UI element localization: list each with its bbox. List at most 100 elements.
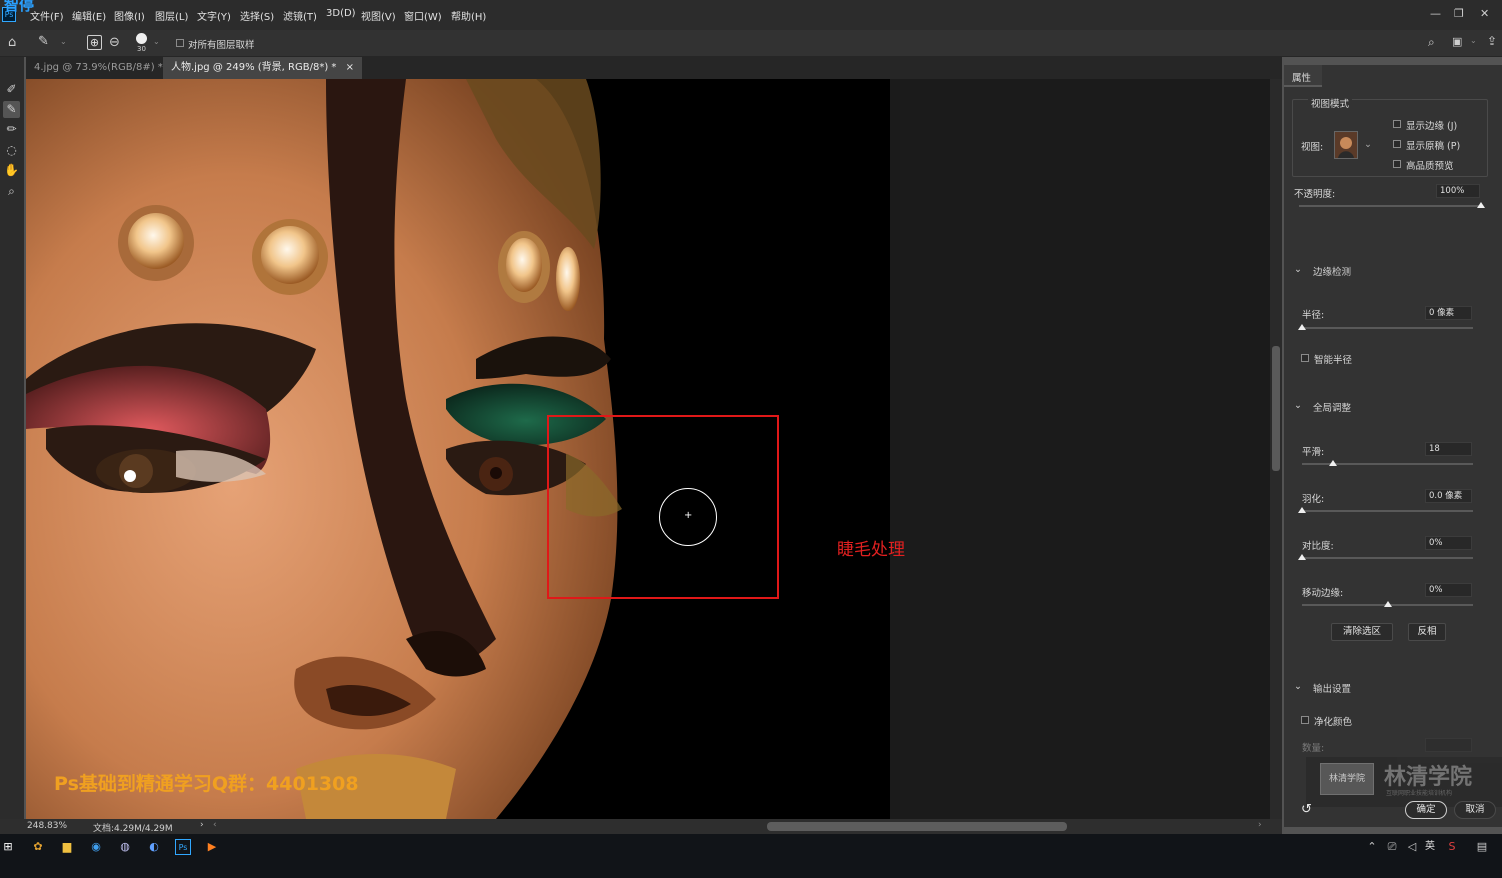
windows-start-icon[interactable]: ⊞	[0, 839, 16, 855]
radius-label: 半径:	[1302, 310, 1325, 321]
menu-edit[interactable]: 编辑(E)	[72, 8, 106, 23]
show-edge-checkbox[interactable]	[1393, 120, 1401, 128]
radius-input[interactable]: 0 像素	[1425, 306, 1472, 320]
tab-properties[interactable]: 属性	[1284, 65, 1322, 87]
close-icon[interactable]: ×	[346, 62, 354, 73]
menu-select[interactable]: 选择(S)	[240, 8, 274, 23]
workspace-icon[interactable]: ▣	[1452, 35, 1462, 48]
opacity-input[interactable]: 100%	[1436, 184, 1480, 198]
close-icon[interactable]: ✕	[1480, 7, 1489, 20]
sample-all-layers-label: 对所有图层取样	[188, 40, 255, 51]
home-icon[interactable]: ⌂	[8, 35, 16, 50]
opacity-slider-track[interactable]	[1299, 205, 1481, 207]
tab-document-2[interactable]: 人物.jpg @ 249% (背景, RGB/8*) * ×	[163, 57, 362, 79]
language-indicator[interactable]: 英	[1422, 839, 1438, 855]
radius-slider-track[interactable]	[1302, 327, 1473, 329]
show-original-checkbox[interactable]	[1393, 140, 1401, 148]
contrast-label: 对比度:	[1302, 541, 1334, 552]
quick-selection-icon[interactable]: ✐	[3, 81, 20, 98]
hand-icon[interactable]: ✋	[3, 162, 20, 179]
chevron-down-icon[interactable]: ⌄	[1364, 139, 1372, 150]
menu-view[interactable]: 视图(V)	[361, 8, 396, 23]
subtract-from-selection-icon[interactable]: ⊖	[109, 35, 120, 50]
chevron-up-icon[interactable]: ⌃	[1364, 839, 1380, 855]
file-explorer-icon[interactable]: ▆	[59, 839, 75, 855]
browser-icon[interactable]: ◉	[88, 839, 104, 855]
view-thumbnail[interactable]	[1334, 131, 1358, 159]
radius-slider-handle[interactable]	[1298, 324, 1306, 330]
shift-edge-input[interactable]: 0%	[1425, 583, 1472, 597]
contrast-input[interactable]: 0%	[1425, 536, 1472, 550]
contrast-slider-track[interactable]	[1302, 557, 1473, 559]
chevron-down-icon[interactable]: ⌄	[153, 37, 160, 46]
opacity-slider-handle[interactable]	[1477, 202, 1485, 208]
reset-icon[interactable]: ↺	[1301, 802, 1312, 817]
decontaminate-label: 净化颜色	[1314, 717, 1353, 728]
chevron-down-icon[interactable]: ⌄	[60, 37, 67, 46]
contrast-slider-handle[interactable]	[1298, 554, 1306, 560]
lasso-icon[interactable]: ◌	[3, 142, 20, 159]
smooth-input[interactable]: 18	[1425, 442, 1472, 456]
chevron-down-icon[interactable]: ⌄	[1294, 264, 1302, 275]
chevron-down-icon[interactable]: ⌄	[1294, 681, 1302, 692]
hq-preview-label: 高品质预览	[1406, 161, 1454, 172]
clear-selection-button[interactable]: 清除选区	[1331, 623, 1393, 641]
hq-preview-checkbox[interactable]	[1393, 160, 1401, 168]
share-icon[interactable]: ⇪	[1487, 34, 1497, 48]
video-icon[interactable]: ▶	[204, 839, 220, 855]
brush-tool-icon[interactable]: ✎	[38, 34, 49, 49]
menu-3d[interactable]: 3D(D)	[326, 8, 356, 19]
zoom-icon[interactable]: ⌕	[3, 183, 20, 200]
output-heading: 输出设置	[1313, 684, 1352, 695]
app-icon[interactable]: ✿	[30, 839, 46, 855]
zoom-level[interactable]: 248.83%	[27, 821, 67, 831]
menu-bar: Ps 智停 文件(F) 编辑(E) 图像(I) 图层(L) 文字(Y) 选择(S…	[0, 0, 1502, 30]
sample-all-layers-checkbox[interactable]	[176, 39, 184, 47]
menu-layer[interactable]: 图层(L)	[155, 8, 188, 23]
menu-filter[interactable]: 滤镜(T)	[283, 8, 317, 23]
cancel-button[interactable]: 取消	[1454, 801, 1496, 819]
smart-radius-checkbox[interactable]	[1301, 354, 1309, 362]
chevron-down-icon[interactable]: ⌄	[1294, 400, 1302, 411]
network-icon[interactable]: ⎚	[1384, 839, 1400, 855]
feather-input[interactable]: 0.0 像素	[1425, 489, 1472, 503]
menu-image[interactable]: 图像(I)	[114, 8, 145, 23]
view-mode-heading: 视图模式	[1308, 96, 1353, 110]
menu-help[interactable]: 帮助(H)	[451, 8, 486, 23]
smooth-slider-handle[interactable]	[1328, 460, 1337, 466]
shift-edge-slider-handle[interactable]	[1383, 601, 1392, 607]
feather-slider-handle[interactable]	[1298, 507, 1306, 513]
chevron-down-icon[interactable]: ⌄	[1470, 36, 1477, 45]
show-original-label: 显示原稿 (P)	[1406, 141, 1461, 152]
input-method-icon[interactable]: S	[1444, 839, 1460, 855]
scroll-right-icon[interactable]: ›	[1258, 820, 1262, 830]
refine-edge-brush-icon[interactable]: ✎	[3, 101, 20, 118]
menu-type[interactable]: 文字(Y)	[197, 8, 231, 23]
minimize-icon[interactable]: —	[1430, 7, 1441, 20]
menu-window[interactable]: 窗口(W)	[404, 8, 442, 23]
decontaminate-checkbox[interactable]	[1301, 716, 1309, 724]
photoshop-taskbar-icon[interactable]: Ps	[175, 839, 191, 855]
qq-icon[interactable]: ◐	[146, 839, 162, 855]
restore-icon[interactable]: ❐	[1454, 7, 1464, 20]
photo-canvas[interactable]: + Ps基础到精通学习Q群：4401308	[26, 79, 890, 819]
menu-file[interactable]: 文件(F)	[30, 8, 64, 23]
horizontal-scroll-thumb[interactable]	[767, 822, 1067, 831]
feather-slider-track[interactable]	[1302, 510, 1473, 512]
smooth-slider-track[interactable]	[1302, 463, 1473, 465]
chevron-right-icon[interactable]: ›	[200, 820, 204, 830]
search-icon[interactable]: ⌕	[1428, 35, 1435, 50]
invert-button[interactable]: 反相	[1408, 623, 1446, 641]
brush-preset-icon[interactable]	[136, 33, 147, 44]
status-bar: 248.83% 文档:4.29M/4.29M › ‹ ›	[0, 819, 1282, 834]
ok-button[interactable]: 确定	[1405, 801, 1447, 819]
app-icon[interactable]: ◍	[117, 839, 133, 855]
notification-icon[interactable]: ▤	[1474, 839, 1490, 855]
brush-icon[interactable]: ✏	[3, 121, 20, 138]
canvas-area[interactable]: + Ps基础到精通学习Q群：4401308 睫毛处理	[26, 79, 1270, 819]
scroll-left-icon[interactable]: ‹	[213, 820, 217, 830]
volume-icon[interactable]: ◁	[1404, 839, 1420, 855]
scroll-thumb[interactable]	[1272, 346, 1280, 471]
add-to-selection-icon[interactable]: ⊕	[87, 35, 102, 50]
vertical-scrollbar[interactable]	[1270, 79, 1282, 819]
